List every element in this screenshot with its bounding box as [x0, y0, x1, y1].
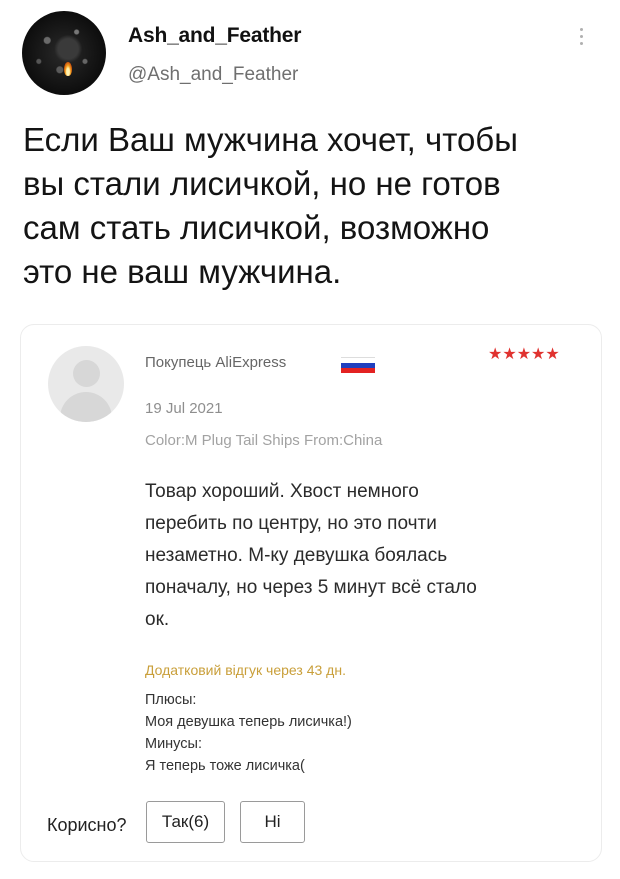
russia-flag-icon — [341, 357, 375, 373]
review-body-line: перебить по центру, но это почти — [145, 513, 437, 534]
review-date: 19 Jul 2021 — [145, 400, 223, 417]
followup-label: Додатковий відгук через 43 дн. — [145, 662, 346, 678]
helpful-label: Корисно? — [47, 815, 127, 835]
helpful-no-button[interactable]: Ні — [240, 801, 305, 843]
review-body-line: ок. — [145, 609, 170, 630]
buyer-label: Покупець AliExpress — [145, 354, 287, 371]
tweet-text-line: это не ваш мужчина. — [23, 253, 342, 290]
review-body-line: Товар хороший. Хвост немного — [145, 481, 419, 502]
followup-line: Я теперь тоже лисичка( — [145, 758, 305, 774]
tweet-text-line: сам стать лисичкой, возможно — [23, 209, 490, 246]
tweet-text: Если Ваш мужчина хочет, чтобы вы стали л… — [23, 118, 608, 294]
followup-line: Моя девушка теперь лисичка!) — [145, 714, 352, 730]
author-avatar[interactable] — [22, 11, 106, 95]
reviewer-avatar — [48, 346, 124, 422]
tweet-text-line: Если Ваш мужчина хочет, чтобы — [23, 121, 518, 158]
more-vertical-icon[interactable] — [578, 28, 584, 50]
followup-review: Плюсы: Моя девушка теперь лисичка!) Мину… — [145, 689, 352, 777]
author-name[interactable]: Ash_and_Feather — [128, 24, 301, 48]
flame-icon — [64, 62, 72, 76]
author-handle[interactable]: @Ash_and_Feather — [128, 64, 298, 86]
review-body: Товар хороший. Хвост немного перебить по… — [145, 476, 565, 636]
followup-line: Минусы: — [145, 736, 202, 752]
review-body-line: поначалу, но через 5 минут всё стало — [145, 577, 477, 598]
helpful-yes-button[interactable]: Так(6) — [146, 801, 225, 843]
tweet-text-line: вы стали лисичкой, но не готов — [23, 165, 501, 202]
star-rating: ★★★★★ — [488, 346, 560, 363]
review-sku: Color:M Plug Tail Ships From:China — [145, 432, 383, 449]
review-body-line: незаметно. М-ку девушка боялась — [145, 545, 448, 566]
followup-line: Плюсы: — [145, 692, 197, 708]
